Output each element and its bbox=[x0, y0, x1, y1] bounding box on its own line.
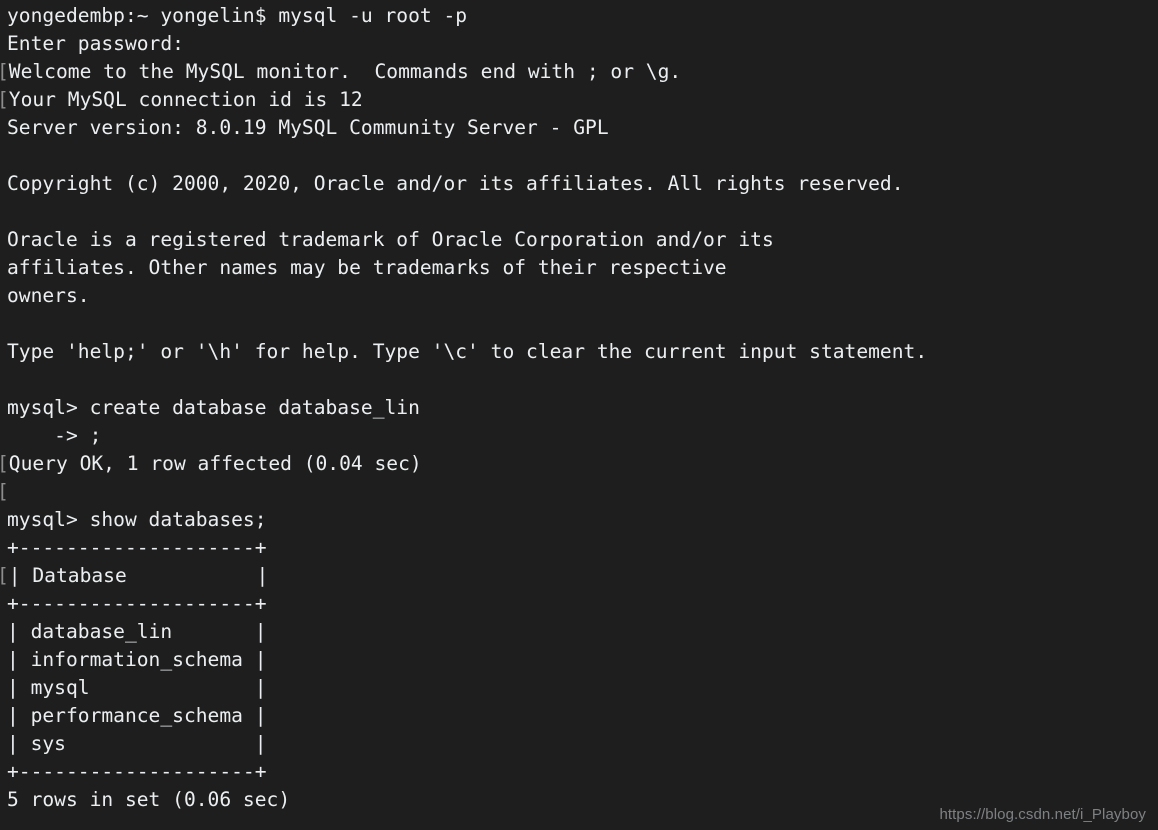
terminal-line-trademark-notice-1: Oracle is a registered trademark of Orac… bbox=[0, 226, 927, 254]
terminal-line-text: owners. bbox=[7, 284, 90, 307]
prompt-mark-icon: [ bbox=[0, 452, 9, 475]
terminal-line-password-prompt: Enter password: bbox=[0, 30, 927, 58]
terminal-line-table-row-3: | mysql | bbox=[0, 674, 927, 702]
terminal-line-server-version: Server version: 8.0.19 MySQL Community S… bbox=[0, 114, 927, 142]
terminal-line-text: mysql> create database database_lin bbox=[7, 396, 420, 419]
terminal-line-text: Enter password: bbox=[7, 32, 184, 55]
terminal-line-trademark-notice-2: affiliates. Other names may be trademark… bbox=[0, 254, 927, 282]
terminal-line-table-row-4: | performance_schema | bbox=[0, 702, 927, 730]
terminal-line-copyright-notice: Copyright (c) 2000, 2020, Oracle and/or … bbox=[0, 170, 927, 198]
terminal-line-blank-4 bbox=[0, 366, 927, 394]
terminal-line-text: | Database | bbox=[8, 564, 269, 587]
prompt-mark-icon: [ bbox=[0, 88, 9, 111]
terminal-output-area[interactable]: yongedembp:~ yongelin$ mysql -u root -p E… bbox=[0, 2, 927, 814]
terminal-line-trademark-notice-3: owners. bbox=[0, 282, 927, 310]
terminal-line-text: Oracle is a registered trademark of Orac… bbox=[7, 228, 774, 251]
terminal-line-connection-id: [Your MySQL connection id is 12 bbox=[0, 86, 927, 114]
terminal-line-text: Welcome to the MySQL monitor. Commands e… bbox=[8, 60, 682, 83]
prompt-mark-icon: [ bbox=[0, 564, 9, 587]
terminal-window[interactable]: yongedembp:~ yongelin$ mysql -u root -p E… bbox=[0, 0, 1158, 830]
terminal-line-text: Type 'help;' or '\h' for help. Type '\c'… bbox=[7, 340, 928, 363]
terminal-line-text: +--------------------+ bbox=[7, 592, 267, 615]
terminal-line-text: yongedembp:~ yongelin$ mysql -u root -p bbox=[7, 4, 468, 27]
terminal-line-text: mysql> show databases; bbox=[7, 508, 267, 531]
terminal-line-blank-1 bbox=[0, 142, 927, 170]
terminal-line-table-row-1: | database_lin | bbox=[0, 618, 927, 646]
terminal-line-table-row-5: | sys | bbox=[0, 730, 927, 758]
terminal-line-text: | performance_schema | bbox=[7, 704, 267, 727]
terminal-line-text: | database_lin | bbox=[7, 620, 267, 643]
terminal-line-text: Query OK, 1 row affected (0.04 sec) bbox=[8, 452, 422, 475]
terminal-line-table-row-2: | information_schema | bbox=[0, 646, 927, 674]
terminal-line-text: | sys | bbox=[7, 732, 267, 755]
terminal-line-table-header-separator: +--------------------+ bbox=[0, 590, 927, 618]
terminal-line-create-database-command: mysql> create database database_lin bbox=[0, 394, 927, 422]
terminal-line-welcome-banner: [Welcome to the MySQL monitor. Commands … bbox=[0, 58, 927, 86]
terminal-line-show-databases-command: mysql> show databases; bbox=[0, 506, 927, 534]
prompt-mark-icon: [ bbox=[0, 480, 9, 503]
terminal-line-text: | information_schema | bbox=[7, 648, 267, 671]
terminal-line-text: Copyright (c) 2000, 2020, Oracle and/or … bbox=[7, 172, 904, 195]
terminal-line-text: -> ; bbox=[7, 424, 102, 447]
terminal-line-continuation-prompt: -> ; bbox=[0, 422, 927, 450]
terminal-line-text: affiliates. Other names may be trademark… bbox=[7, 256, 727, 279]
terminal-line-blank-3 bbox=[0, 310, 927, 338]
terminal-line-text: +--------------------+ bbox=[7, 536, 267, 559]
terminal-line-table-header-row: [| Database | bbox=[0, 562, 927, 590]
terminal-line-blank-5: [ bbox=[0, 478, 927, 506]
terminal-line-text: 5 rows in set (0.06 sec) bbox=[7, 788, 291, 811]
terminal-line-blank-2 bbox=[0, 198, 927, 226]
terminal-line-text: | mysql | bbox=[7, 676, 267, 699]
terminal-line-query-ok-result: [Query OK, 1 row affected (0.04 sec) bbox=[0, 450, 927, 478]
terminal-line-table-top-border: +--------------------+ bbox=[0, 534, 927, 562]
terminal-line-text: Your MySQL connection id is 12 bbox=[8, 88, 363, 111]
watermark-text: https://blog.csdn.net/i_Playboy bbox=[939, 806, 1146, 823]
terminal-line-text: +--------------------+ bbox=[7, 760, 267, 783]
terminal-line-text: Server version: 8.0.19 MySQL Community S… bbox=[7, 116, 609, 139]
terminal-line-table-bottom-border: +--------------------+ bbox=[0, 758, 927, 786]
terminal-line-shell-prompt-command: yongedembp:~ yongelin$ mysql -u root -p bbox=[0, 2, 927, 30]
terminal-line-rows-in-set-result: 5 rows in set (0.06 sec) bbox=[0, 786, 927, 814]
prompt-mark-icon: [ bbox=[0, 60, 9, 83]
terminal-line-help-hint: Type 'help;' or '\h' for help. Type '\c'… bbox=[0, 338, 927, 366]
